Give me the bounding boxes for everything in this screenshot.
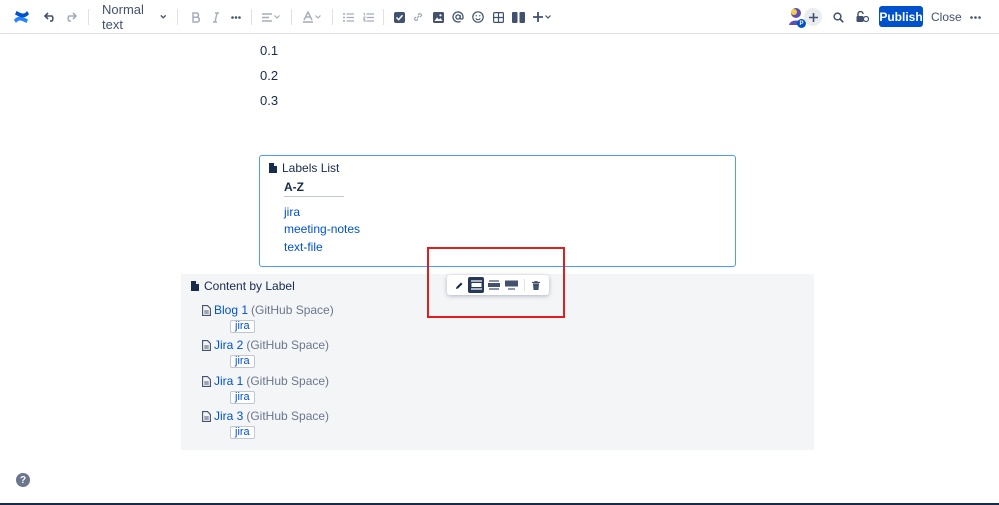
document-icon: [191, 281, 199, 291]
label-link[interactable]: meeting-notes: [284, 222, 360, 236]
search-icon[interactable]: [831, 6, 845, 28]
help-icon[interactable]: ?: [16, 473, 30, 487]
image-icon[interactable]: [431, 6, 445, 28]
mention-icon[interactable]: [451, 6, 465, 28]
page-icon: [202, 375, 211, 387]
toolbar-divider: [88, 9, 89, 25]
page-icon: [202, 304, 211, 316]
toolbar-divider: [177, 9, 178, 25]
result-space: (GitHub Space): [251, 303, 334, 317]
toolbar-divider: [291, 9, 292, 25]
toolbar-divider: [332, 9, 333, 25]
labels-list-header: Labels List: [269, 161, 339, 175]
list-item: Jira 2 (GitHub Space) jira: [202, 338, 330, 368]
more-formatting-icon[interactable]: [229, 6, 243, 28]
editor-toolbar: Normal text P Publish Close: [0, 0, 999, 34]
layouts-icon[interactable]: [510, 6, 526, 28]
chevron-down-icon: [545, 15, 551, 19]
toolbar-divider: [383, 9, 384, 25]
text-style-dropdown[interactable]: Normal text: [102, 2, 166, 32]
content-by-label-header: Content by Label: [191, 279, 295, 293]
label-tag[interactable]: jira: [230, 355, 255, 368]
heading-divider: [284, 196, 344, 197]
result-space: (GitHub Space): [246, 374, 330, 388]
result-space: (GitHub Space): [246, 338, 330, 352]
label-tag[interactable]: jira: [230, 391, 255, 404]
redo-icon[interactable]: [62, 6, 78, 28]
confluence-logo-icon[interactable]: [11, 6, 31, 28]
list-item: Blog 1 (GitHub Space) jira: [202, 303, 334, 333]
text-color-icon: [303, 11, 313, 23]
align-left-icon: [262, 12, 272, 22]
label-tag[interactable]: jira: [230, 320, 255, 333]
paragraph[interactable]: 0.1: [260, 43, 278, 58]
labels-list-title: Labels List: [282, 161, 340, 175]
undo-icon[interactable]: [42, 6, 58, 28]
numbered-list-icon[interactable]: [361, 6, 375, 28]
invite-button[interactable]: [804, 6, 822, 28]
italic-icon[interactable]: [209, 6, 223, 28]
close-button[interactable]: Close: [931, 10, 962, 24]
alignment-dropdown[interactable]: [260, 6, 282, 28]
plus-icon: [533, 12, 543, 22]
result-link[interactable]: Jira 1: [214, 374, 243, 388]
label-link[interactable]: text-file: [284, 240, 323, 254]
result-space: (GitHub Space): [246, 409, 330, 423]
restrictions-icon[interactable]: [854, 6, 870, 28]
bullet-list-icon[interactable]: [341, 6, 355, 28]
chevron-down-icon: [315, 15, 321, 19]
action-item-icon[interactable]: [392, 6, 406, 28]
result-link[interactable]: Jira 3: [214, 409, 243, 423]
document-icon: [269, 163, 277, 173]
page-icon: [202, 410, 211, 422]
table-icon[interactable]: [491, 6, 505, 28]
content-by-label-title: Content by Label: [204, 279, 295, 293]
plus-icon: [808, 12, 818, 22]
chevron-down-icon: [159, 14, 166, 19]
toolbar-divider: [251, 9, 252, 25]
label-link[interactable]: jira: [284, 205, 300, 219]
highlight-box: [427, 247, 565, 318]
list-item: Jira 1 (GitHub Space) jira: [202, 374, 330, 404]
result-link[interactable]: Jira 2: [214, 338, 243, 352]
chevron-down-icon: [274, 15, 280, 19]
paragraph[interactable]: 0.2: [260, 68, 278, 83]
bold-icon[interactable]: [189, 6, 203, 28]
emoji-icon[interactable]: [471, 6, 485, 28]
result-link[interactable]: Blog 1: [214, 303, 248, 317]
publish-button[interactable]: Publish: [879, 6, 923, 27]
link-icon[interactable]: [411, 6, 425, 28]
paragraph[interactable]: 0.3: [260, 93, 278, 108]
page-icon: [202, 339, 211, 351]
labels-list-heading: A-Z: [284, 180, 304, 194]
insert-dropdown[interactable]: [532, 6, 552, 28]
text-style-label: Normal text: [102, 2, 144, 32]
list-item: Jira 3 (GitHub Space) jira: [202, 409, 330, 439]
more-options-icon[interactable]: [968, 6, 982, 28]
text-color-dropdown[interactable]: [301, 6, 323, 28]
label-tag[interactable]: jira: [230, 426, 255, 439]
